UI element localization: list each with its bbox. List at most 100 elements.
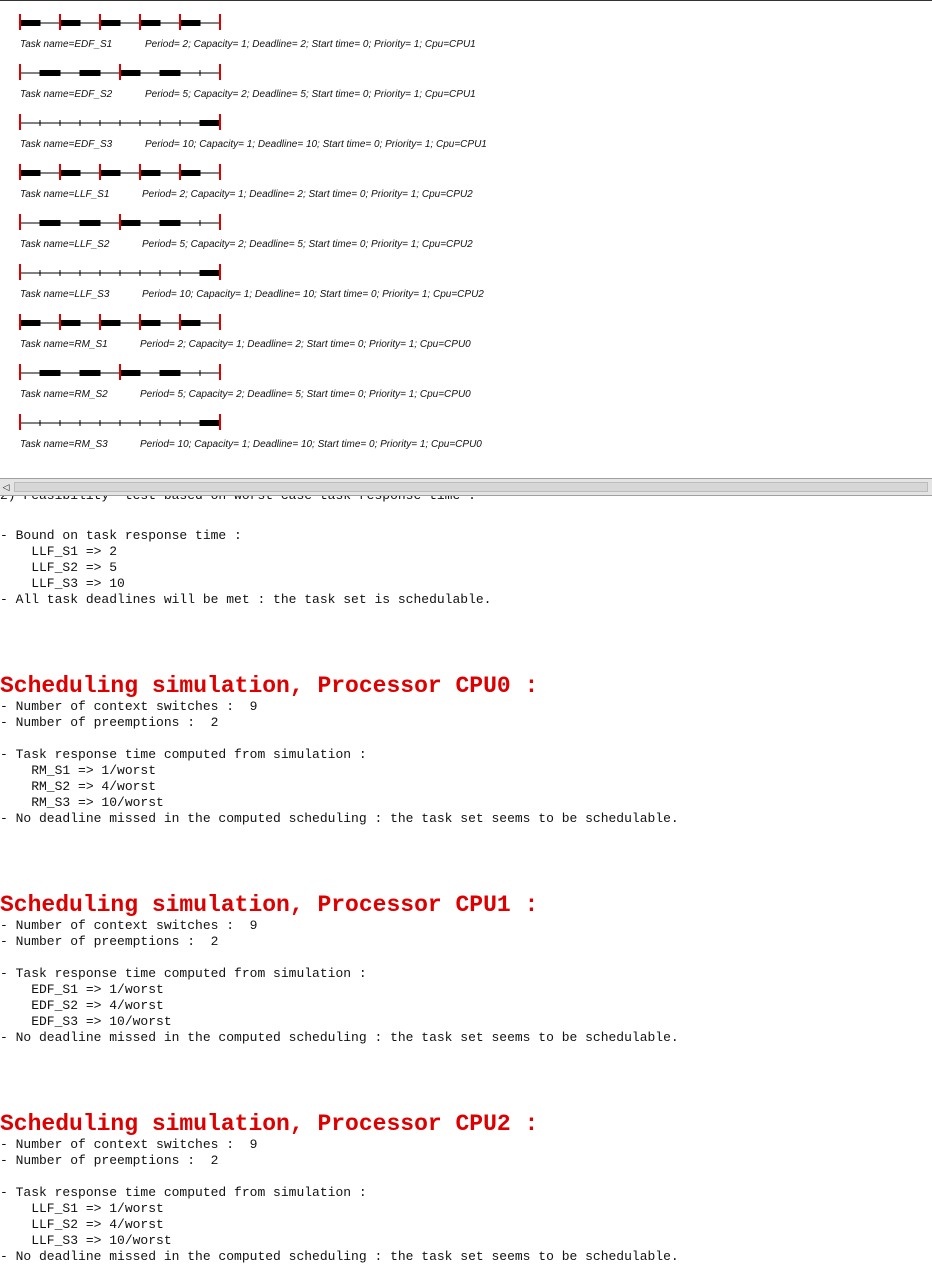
- response-title: - Task response time computed from simul…: [0, 1185, 367, 1200]
- response-line: LLF_S3 => 10/worst: [0, 1233, 172, 1248]
- response-line: RM_S1 => 1/worst: [0, 763, 157, 778]
- execution-bar: [60, 170, 80, 176]
- task-name: Task name=EDF_S2: [20, 89, 113, 100]
- context-switches: - Number of context switches : 9: [0, 918, 258, 933]
- execution-bar: [140, 170, 160, 176]
- task-timeline: [19, 314, 221, 330]
- response-line: EDF_S3 => 10/worst: [0, 1014, 172, 1029]
- execution-bar: [160, 220, 180, 226]
- task-name: Task name=LLF_S2: [20, 239, 110, 250]
- task-timeline: [19, 364, 221, 380]
- task-name: Task name=LLF_S1: [20, 189, 110, 200]
- execution-bar: [100, 320, 120, 326]
- task-timeline: [19, 264, 221, 280]
- response-line: RM_S3 => 10/worst: [0, 795, 164, 810]
- task-parameters: Period= 10; Capacity= 1; Deadline= 10; S…: [145, 139, 487, 150]
- task-parameters: Period= 2; Capacity= 1; Deadline= 2; Sta…: [145, 39, 476, 50]
- section-heading: Scheduling simulation, Processor CPU1 :: [0, 892, 539, 918]
- task-name: Task name=LLF_S3: [20, 289, 110, 300]
- execution-bar: [200, 420, 220, 426]
- preemptions: - Number of preemptions : 2: [0, 934, 219, 949]
- section-conclusion: - No deadline missed in the computed sch…: [0, 1249, 679, 1264]
- task-timeline: [19, 214, 221, 230]
- section-heading: Scheduling simulation, Processor CPU0 :: [0, 673, 539, 699]
- scrollbar-track[interactable]: [14, 482, 928, 492]
- bound-line: LLF_S2 => 5: [0, 560, 118, 575]
- execution-bar: [40, 370, 60, 376]
- execution-bar: [180, 20, 200, 26]
- section-conclusion: - No deadline missed in the computed sch…: [0, 811, 679, 826]
- context-switches: - Number of context switches : 9: [0, 1137, 258, 1152]
- bound-line: LLF_S3 => 10: [0, 576, 125, 591]
- task-timeline: [19, 164, 221, 180]
- execution-bar: [100, 170, 120, 176]
- execution-bar: [120, 370, 140, 376]
- task-parameters: Period= 10; Capacity= 1; Deadline= 10; S…: [140, 439, 482, 450]
- horizontal-scrollbar[interactable]: ◁: [0, 478, 932, 496]
- execution-bar: [200, 270, 220, 276]
- task-name: Task name=EDF_S1: [20, 39, 113, 50]
- task-parameters: Period= 2; Capacity= 1; Deadline= 2; Sta…: [140, 339, 471, 350]
- task-timeline: [19, 14, 221, 30]
- task-timeline: [19, 114, 221, 130]
- execution-bar: [120, 70, 140, 76]
- execution-bar: [20, 170, 40, 176]
- task-timeline-row: Task name=LLF_S1 Period= 2; Capacity= 1;…: [0, 163, 932, 213]
- task-parameters: Period= 5; Capacity= 2; Deadline= 5; Sta…: [145, 89, 476, 100]
- execution-bar: [100, 20, 120, 26]
- preemptions: - Number of preemptions : 2: [0, 715, 219, 730]
- response-title: - Task response time computed from simul…: [0, 747, 367, 762]
- scheduling-timeline-panel: Task name=EDF_S1 Period= 2; Capacity= 1;…: [0, 0, 932, 478]
- execution-bar: [180, 320, 200, 326]
- task-parameters: Period= 10; Capacity= 1; Deadline= 10; S…: [142, 289, 484, 300]
- task-timeline: [19, 64, 221, 80]
- bound-title: - Bound on task response time :: [0, 528, 242, 543]
- response-line: RM_S2 => 4/worst: [0, 779, 157, 794]
- task-parameters: Period= 5; Capacity= 2; Deadline= 5; Sta…: [142, 239, 473, 250]
- task-name: Task name=RM_S1: [20, 339, 108, 350]
- task-timeline-row: Task name=EDF_S3 Period= 10; Capacity= 1…: [0, 113, 932, 163]
- execution-bar: [40, 220, 60, 226]
- execution-bar: [160, 70, 180, 76]
- response-line: LLF_S2 => 4/worst: [0, 1217, 164, 1232]
- execution-bar: [120, 220, 140, 226]
- execution-bar: [200, 120, 220, 126]
- task-timeline: [19, 414, 221, 430]
- response-title: - Task response time computed from simul…: [0, 966, 367, 981]
- task-name: Task name=EDF_S3: [20, 139, 113, 150]
- section-heading: Scheduling simulation, Processor CPU2 :: [0, 1111, 539, 1137]
- execution-bar: [140, 20, 160, 26]
- execution-bar: [20, 320, 40, 326]
- scroll-left-arrow-icon[interactable]: ◁: [0, 483, 12, 493]
- task-parameters: Period= 2; Capacity= 1; Deadline= 2; Sta…: [142, 189, 473, 200]
- response-line: EDF_S2 => 4/worst: [0, 998, 164, 1013]
- bound-line: LLF_S1 => 2: [0, 544, 118, 559]
- response-line: EDF_S1 => 1/worst: [0, 982, 164, 997]
- execution-bar: [80, 370, 100, 376]
- task-parameters: Period= 5; Capacity= 2; Deadline= 5; Sta…: [140, 389, 471, 400]
- response-line: LLF_S1 => 1/worst: [0, 1201, 164, 1216]
- execution-bar: [40, 70, 60, 76]
- task-timeline-row: Task name=RM_S1 Period= 2; Capacity= 1; …: [0, 313, 932, 363]
- bound-conclusion: - All task deadlines will be met : the t…: [0, 592, 492, 607]
- execution-bar: [180, 170, 200, 176]
- execution-bar: [80, 70, 100, 76]
- task-timeline-row: Task name=LLF_S2 Period= 5; Capacity= 2;…: [0, 213, 932, 263]
- execution-bar: [160, 370, 180, 376]
- task-timeline-row: Task name=EDF_S1 Period= 2; Capacity= 1;…: [0, 13, 932, 63]
- task-name: Task name=RM_S2: [20, 389, 108, 400]
- execution-bar: [20, 20, 40, 26]
- preemptions: - Number of preemptions : 2: [0, 1153, 219, 1168]
- simulation-report: 2) Feasibility test based on worst case …: [0, 496, 932, 1285]
- task-timeline-row: Task name=LLF_S3 Period= 10; Capacity= 1…: [0, 263, 932, 313]
- execution-bar: [60, 20, 80, 26]
- context-switches: - Number of context switches : 9: [0, 699, 258, 714]
- feasibility-test-heading: 2) Feasibility test based on worst case …: [0, 496, 476, 504]
- task-name: Task name=RM_S3: [20, 439, 108, 450]
- execution-bar: [60, 320, 80, 326]
- task-timeline-row: Task name=RM_S2 Period= 5; Capacity= 2; …: [0, 363, 932, 413]
- execution-bar: [80, 220, 100, 226]
- task-timeline-row: Task name=RM_S3 Period= 10; Capacity= 1;…: [0, 413, 932, 463]
- section-conclusion: - No deadline missed in the computed sch…: [0, 1030, 679, 1045]
- execution-bar: [140, 320, 160, 326]
